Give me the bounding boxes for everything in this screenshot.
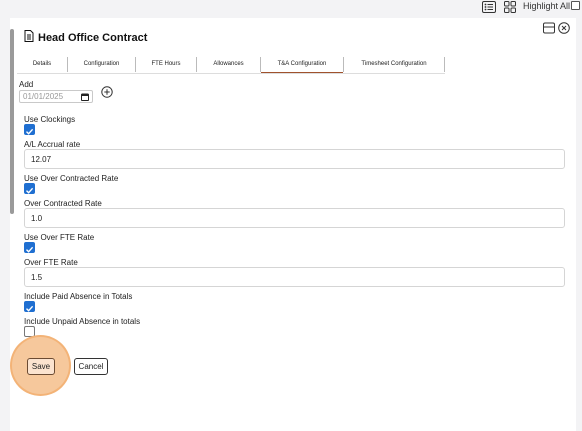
use-clockings-label: Use Clockings [24, 115, 76, 124]
tab-configuration[interactable]: Configuration [68, 55, 135, 72]
top-toolbar: Highlight All [0, 0, 582, 18]
over-contracted-rate-input[interactable]: 1.0 [24, 208, 565, 228]
close-icon[interactable] [558, 21, 570, 39]
tab-ta-configuration[interactable]: T&A Configuration [261, 55, 343, 74]
tab-divider [444, 57, 445, 72]
over-contracted-rate-label: Over Contracted Rate [24, 199, 102, 208]
save-button[interactable]: Save [27, 358, 55, 375]
use-clockings-checkbox[interactable] [24, 124, 35, 135]
page-title: Head Office Contract [24, 29, 147, 47]
include-paid-absence-checkbox[interactable] [24, 301, 35, 312]
tab-timesheet-configuration[interactable]: Timesheet Configuration [344, 55, 444, 72]
add-label: Add [19, 80, 34, 89]
grid-view-icon[interactable] [503, 0, 516, 14]
highlight-all-label: Highlight All [523, 1, 571, 11]
list-view-icon[interactable] [481, 0, 496, 14]
include-paid-absence-label: Include Paid Absence in Totals [24, 292, 133, 301]
include-unpaid-absence-label: Include Unpaid Absence in totals [24, 317, 141, 326]
use-over-contracted-rate-label: Use Over Contracted Rate [24, 174, 119, 183]
checkmark-icon [26, 305, 34, 312]
al-accrual-rate-input[interactable]: 12.07 [24, 149, 565, 169]
scrollbar[interactable] [10, 29, 14, 214]
tab-bar: Details Configuration FTE Hours Allowanc… [17, 55, 445, 74]
effective-date-value: 01/01/2025 [23, 92, 64, 101]
cancel-button[interactable]: Cancel [74, 358, 108, 375]
tab-fte-hours[interactable]: FTE Hours [136, 55, 196, 72]
over-fte-rate-input[interactable]: 1.5 [24, 267, 565, 287]
document-icon [24, 29, 34, 47]
tab-details[interactable]: Details [17, 55, 67, 72]
tab-bar-divider [17, 73, 445, 74]
include-unpaid-absence-checkbox[interactable] [24, 326, 35, 337]
use-over-contracted-rate-checkbox[interactable] [24, 183, 35, 194]
add-icon[interactable] [101, 85, 113, 103]
page-title-text: Head Office Contract [38, 32, 148, 44]
highlight-all-checkbox[interactable] [571, 1, 580, 10]
checkmark-icon [26, 246, 34, 253]
al-accrual-rate-label: A/L Accrual rate [24, 140, 81, 149]
tab-allowances[interactable]: Allowances [197, 55, 260, 72]
calendar-icon[interactable] [81, 93, 89, 103]
window-toggle-icon[interactable] [543, 21, 555, 39]
effective-date-input[interactable]: 01/01/2025 [19, 90, 93, 103]
checkmark-icon [26, 128, 34, 135]
checkmark-icon [26, 187, 34, 194]
use-over-fte-rate-checkbox[interactable] [24, 242, 35, 253]
use-over-fte-rate-label: Use Over FTE Rate [24, 233, 95, 242]
over-fte-rate-label: Over FTE Rate [24, 258, 78, 267]
